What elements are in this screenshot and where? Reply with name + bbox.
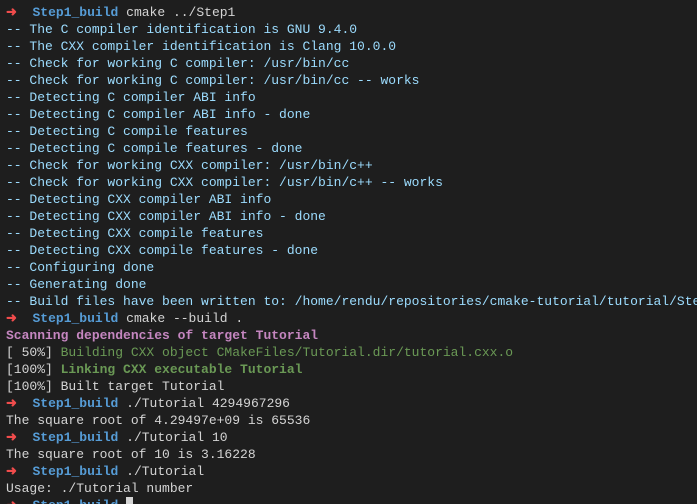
output-line: -- Detecting C compiler ABI info - done bbox=[6, 106, 691, 123]
link-line: [100%] Linking CXX executable Tutorial bbox=[6, 361, 691, 378]
command: ./Tutorial 10 bbox=[126, 430, 227, 445]
prompt-dir: Step1_build bbox=[33, 498, 119, 504]
build-line: [ 50%] Building CXX object CMakeFiles/Tu… bbox=[6, 344, 691, 361]
prompt-dir: Step1_build bbox=[33, 5, 119, 20]
prompt-arrow-icon: ➜ bbox=[6, 498, 33, 504]
output-line: -- The CXX compiler identification is Cl… bbox=[6, 38, 691, 55]
prompt-dir: Step1_build bbox=[33, 396, 119, 411]
output-line: -- Detecting CXX compile features bbox=[6, 225, 691, 242]
output-line: -- Detecting CXX compiler ABI info bbox=[6, 191, 691, 208]
output-line: -- Detecting C compile features - done bbox=[6, 140, 691, 157]
output-line: -- Check for working CXX compiler: /usr/… bbox=[6, 174, 691, 191]
output-line: -- Check for working C compiler: /usr/bi… bbox=[6, 72, 691, 89]
prompt-line: ➜ Step1_build cmake --build . bbox=[6, 310, 691, 327]
output-line: -- The C compiler identification is GNU … bbox=[6, 21, 691, 38]
output-line: -- Detecting CXX compile features - done bbox=[6, 242, 691, 259]
prompt-dir: Step1_build bbox=[33, 311, 119, 326]
prompt-line[interactable]: ➜ Step1_build bbox=[6, 497, 691, 504]
command: cmake ../Step1 bbox=[126, 5, 235, 20]
output-line: -- Detecting C compiler ABI info bbox=[6, 89, 691, 106]
prompt-line: ➜ Step1_build ./Tutorial bbox=[6, 463, 691, 480]
cursor-icon bbox=[126, 497, 133, 504]
prompt-arrow-icon: ➜ bbox=[6, 311, 33, 326]
built-line: [100%] Built target Tutorial bbox=[6, 378, 691, 395]
scan-line: Scanning dependencies of target Tutorial bbox=[6, 327, 691, 344]
prompt-line: ➜ Step1_build ./Tutorial 10 bbox=[6, 429, 691, 446]
output-line: Usage: ./Tutorial number bbox=[6, 480, 691, 497]
prompt-arrow-icon: ➜ bbox=[6, 396, 33, 411]
output-line: The square root of 10 is 3.16228 bbox=[6, 446, 691, 463]
output-line: -- Check for working CXX compiler: /usr/… bbox=[6, 157, 691, 174]
output-line: -- Check for working C compiler: /usr/bi… bbox=[6, 55, 691, 72]
output-line: -- Detecting C compile features bbox=[6, 123, 691, 140]
prompt-dir: Step1_build bbox=[33, 430, 119, 445]
prompt-arrow-icon: ➜ bbox=[6, 464, 33, 479]
prompt-line: ➜ Step1_build ./Tutorial 4294967296 bbox=[6, 395, 691, 412]
command: ./Tutorial 4294967296 bbox=[126, 396, 290, 411]
output-line: -- Build files have been written to: /ho… bbox=[6, 293, 691, 310]
output-line: -- Generating done bbox=[6, 276, 691, 293]
prompt-arrow-icon: ➜ bbox=[6, 5, 33, 20]
output-line: The square root of 4.29497e+09 is 65536 bbox=[6, 412, 691, 429]
prompt-arrow-icon: ➜ bbox=[6, 430, 33, 445]
prompt-dir: Step1_build bbox=[33, 464, 119, 479]
output-line: -- Configuring done bbox=[6, 259, 691, 276]
terminal[interactable]: ➜ Step1_build cmake ../Step1 -- The C co… bbox=[6, 4, 691, 504]
command: ./Tutorial bbox=[126, 464, 204, 479]
command: cmake --build . bbox=[126, 311, 243, 326]
prompt-line: ➜ Step1_build cmake ../Step1 bbox=[6, 4, 691, 21]
output-line: -- Detecting CXX compiler ABI info - don… bbox=[6, 208, 691, 225]
